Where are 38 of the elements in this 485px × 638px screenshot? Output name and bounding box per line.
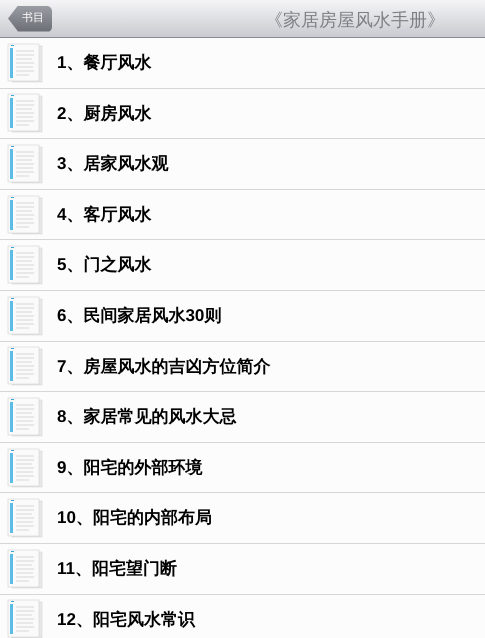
document-icon	[7, 296, 43, 336]
chapter-title: 4、客厅风水	[57, 204, 152, 226]
document-icon	[7, 93, 43, 134]
chapter-row[interactable]: 10、阳宅的内部布局	[0, 493, 485, 544]
document-icon	[7, 599, 43, 638]
chapter-row[interactable]: 5、门之风水	[0, 240, 485, 291]
chapter-title: 12、阳宅风水常识	[57, 608, 195, 631]
back-button[interactable]: 书目	[8, 6, 52, 32]
chapter-title: 8、家居常见的风水大忌	[57, 406, 236, 428]
document-icon	[7, 346, 43, 386]
document-icon	[7, 548, 43, 589]
document-icon	[7, 42, 43, 83]
document-icon	[7, 448, 43, 488]
chapter-title: 7、房屋风水的吉凶方位简介	[57, 356, 270, 378]
chapter-title: 9、阳宅的外部环境	[57, 456, 202, 479]
chapter-row[interactable]: 9、阳宅的外部环境	[0, 442, 485, 494]
chapter-title: 1、餐厅风水	[57, 52, 152, 74]
page-title: 《家居房屋风水手册》	[265, 9, 445, 32]
document-icon	[7, 498, 43, 538]
document-icon	[7, 144, 43, 184]
chapter-title: 5、门之风水	[57, 254, 152, 276]
chapter-row[interactable]: 2、厨房风水	[0, 88, 485, 140]
chapter-row[interactable]: 4、客厅风水	[0, 190, 485, 240]
chapter-title: 6、民间家居风水30则	[57, 305, 222, 328]
chapter-title: 3、居家风水观	[57, 153, 168, 176]
chapter-row[interactable]: 6、民间家居风水30则	[0, 290, 485, 342]
chapter-row[interactable]: 3、居家风水观	[0, 139, 485, 190]
chapter-title: 10、阳宅的内部布局	[57, 507, 212, 530]
chapter-row[interactable]: 8、家居常见的风水大忌	[0, 392, 485, 443]
chapter-title: 11、阳宅望门断	[57, 558, 177, 580]
document-icon	[7, 194, 43, 235]
document-icon	[7, 245, 43, 286]
chapter-row[interactable]: 12、阳宅风水常识	[0, 594, 485, 638]
chapter-row[interactable]: 1、餐厅风水	[0, 38, 485, 89]
chapter-row[interactable]: 7、房屋风水的吉凶方位简介	[0, 342, 485, 392]
document-icon	[7, 396, 43, 437]
chapter-title: 2、厨房风水	[57, 102, 152, 125]
chapter-row[interactable]: 11、阳宅望门断	[0, 544, 485, 595]
